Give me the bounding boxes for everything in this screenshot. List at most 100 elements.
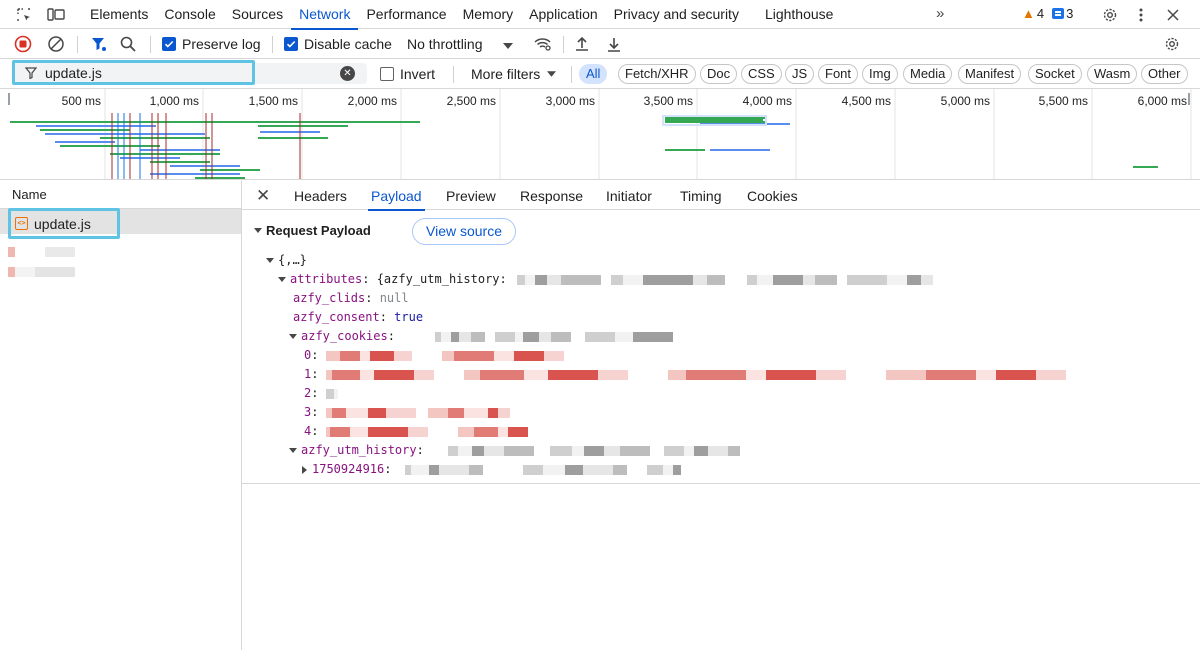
request-row[interactable]	[8, 243, 88, 257]
redaction-pixel	[836, 274, 847, 285]
network-conditions-icon[interactable]	[533, 34, 553, 54]
type-filter-img[interactable]: Img	[862, 64, 898, 84]
search-icon[interactable]	[119, 34, 137, 54]
redaction-pixel	[647, 464, 664, 475]
view-source-button[interactable]: View source	[412, 218, 517, 245]
tab-lighthouse[interactable]: Lighthouse	[757, 0, 842, 29]
redaction-pixel	[533, 445, 550, 456]
network-settings-gear-icon[interactable]	[1164, 34, 1180, 54]
type-filter-fetch-xhr[interactable]: Fetch/XHR	[618, 64, 696, 84]
import-har-upload-icon[interactable]	[574, 34, 590, 54]
redaction-pixel	[746, 274, 757, 285]
request-payload-header[interactable]: Request Payload	[254, 223, 371, 238]
request-row[interactable]	[8, 263, 88, 277]
tree-root[interactable]: {,…}	[266, 251, 307, 270]
tree-leaf-consent[interactable]: azfy_consent: true	[293, 308, 423, 327]
tab-privacy-security[interactable]: Privacy and security	[606, 0, 747, 29]
preserve-log-checkbox[interactable]: Preserve log	[162, 34, 261, 54]
inspect-element-icon[interactable]	[14, 5, 34, 25]
type-filter-all[interactable]: All	[579, 64, 608, 84]
timeline-request-bar	[36, 125, 156, 127]
disable-cache-checkbox[interactable]: Disable cache	[284, 34, 392, 54]
timeline-overview[interactable]: 500 ms 1,000 ms 1,500 ms 2,000 ms 2,500 ms 3,…	[0, 89, 1200, 180]
cookie-item[interactable]: 4:	[304, 422, 528, 441]
type-filter-other[interactable]: Other	[1141, 64, 1188, 84]
redaction-pixel	[1035, 369, 1066, 380]
tab-console[interactable]: Console	[156, 0, 223, 29]
record-stop-icon[interactable]	[14, 34, 32, 54]
type-filter-socket[interactable]: Socket	[1028, 64, 1082, 84]
tab-elements[interactable]: Elements	[82, 0, 156, 29]
tab-timing[interactable]: Timing	[677, 181, 725, 210]
type-filter-media[interactable]: Media	[903, 64, 953, 84]
tab-cookies[interactable]: Cookies	[744, 181, 801, 210]
tree-node-utm-history[interactable]: azfy_utm_history:	[289, 441, 760, 460]
tree-node-cookies[interactable]: azfy_cookies:	[289, 327, 673, 346]
tab-performance[interactable]: Performance	[358, 0, 454, 29]
redaction-pixel	[325, 388, 334, 399]
request-detail-pane: ✕ Headers Payload Preview Response Initi…	[242, 181, 1200, 650]
more-tabs-button[interactable]: »	[936, 5, 944, 22]
export-har-download-icon[interactable]	[606, 34, 622, 54]
type-filter-js[interactable]: JS	[785, 64, 815, 84]
tree-leaf-clids[interactable]: azfy_clids: null	[293, 289, 409, 308]
type-filter-wasm[interactable]: Wasm	[1087, 64, 1138, 84]
timeline-request-bar	[55, 141, 115, 143]
redaction-pixel	[724, 274, 747, 285]
redaction-pixel	[538, 331, 551, 342]
throttling-select[interactable]: No throttling	[407, 34, 514, 54]
tab-sources[interactable]: Sources	[224, 0, 291, 29]
tree-node-utm-entry[interactable]: 1750924916:	[302, 460, 682, 479]
cookie-item[interactable]: 2:	[304, 384, 338, 403]
kebab-menu-icon[interactable]	[1131, 5, 1151, 25]
warning-icon: ▲	[1022, 6, 1035, 21]
warnings-badge[interactable]: ▲ 4	[1022, 6, 1044, 21]
name-column-header[interactable]: Name	[0, 181, 241, 209]
redaction-pixel	[427, 426, 458, 437]
cookie-item[interactable]: 0:	[304, 346, 594, 365]
type-filter-manifest[interactable]: Manifest	[958, 64, 1022, 84]
tab-memory[interactable]: Memory	[455, 0, 522, 29]
redaction-pixel	[693, 445, 708, 456]
settings-gear-icon[interactable]	[1100, 5, 1120, 25]
more-filters-dropdown[interactable]: More filters	[471, 64, 557, 84]
filter-input[interactable]: update.js	[12, 60, 255, 85]
invert-checkbox[interactable]: Invert	[380, 64, 435, 84]
cookie-item[interactable]: 3:	[304, 403, 510, 422]
tab-application[interactable]: Application	[521, 0, 606, 29]
close-detail-icon[interactable]: ✕	[256, 186, 270, 206]
tab-payload[interactable]: Payload	[368, 181, 425, 211]
type-filter-css[interactable]: CSS	[741, 64, 782, 84]
cookie-item[interactable]: 1:	[304, 365, 1086, 384]
redaction-pixel	[613, 464, 628, 475]
tab-initiator[interactable]: Initiator	[603, 181, 655, 210]
timeline-start-marker	[8, 93, 10, 105]
messages-count: 3	[1066, 6, 1074, 21]
redaction-pixel	[560, 274, 601, 285]
redaction-pixel	[470, 331, 485, 342]
redaction-pixel	[349, 426, 368, 437]
chevron-down-icon	[503, 36, 514, 52]
redacted-value	[516, 270, 933, 289]
consent-value: true	[394, 310, 424, 324]
clear-filter-icon[interactable]: ✕	[340, 66, 355, 81]
tab-preview[interactable]: Preview	[443, 181, 499, 210]
close-devtools-icon[interactable]	[1163, 5, 1183, 25]
clear-log-icon[interactable]	[47, 34, 65, 54]
redacted-value	[325, 346, 594, 365]
timeline-tick-label: 2,000 ms	[348, 94, 397, 108]
messages-badge[interactable]: 3	[1052, 6, 1073, 21]
request-row-update-js[interactable]: <> update.js	[8, 208, 120, 239]
tab-headers[interactable]: Headers	[291, 181, 350, 210]
tab-response[interactable]: Response	[517, 181, 586, 210]
filter-funnel-icon[interactable]	[90, 34, 108, 54]
device-toolbar-icon[interactable]	[46, 5, 66, 25]
tree-node-attributes[interactable]: attributes: {azfy_utm_history:	[278, 270, 933, 289]
type-filter-doc[interactable]: Doc	[700, 64, 738, 84]
tab-network[interactable]: Network	[291, 0, 359, 30]
utm-history-key: azfy_utm_history	[301, 443, 417, 457]
redaction-pixel	[673, 464, 682, 475]
redaction-pixel	[802, 274, 815, 285]
issue-badges[interactable]: ▲ 4 3	[1022, 6, 1073, 21]
type-filter-font[interactable]: Font	[818, 64, 859, 84]
